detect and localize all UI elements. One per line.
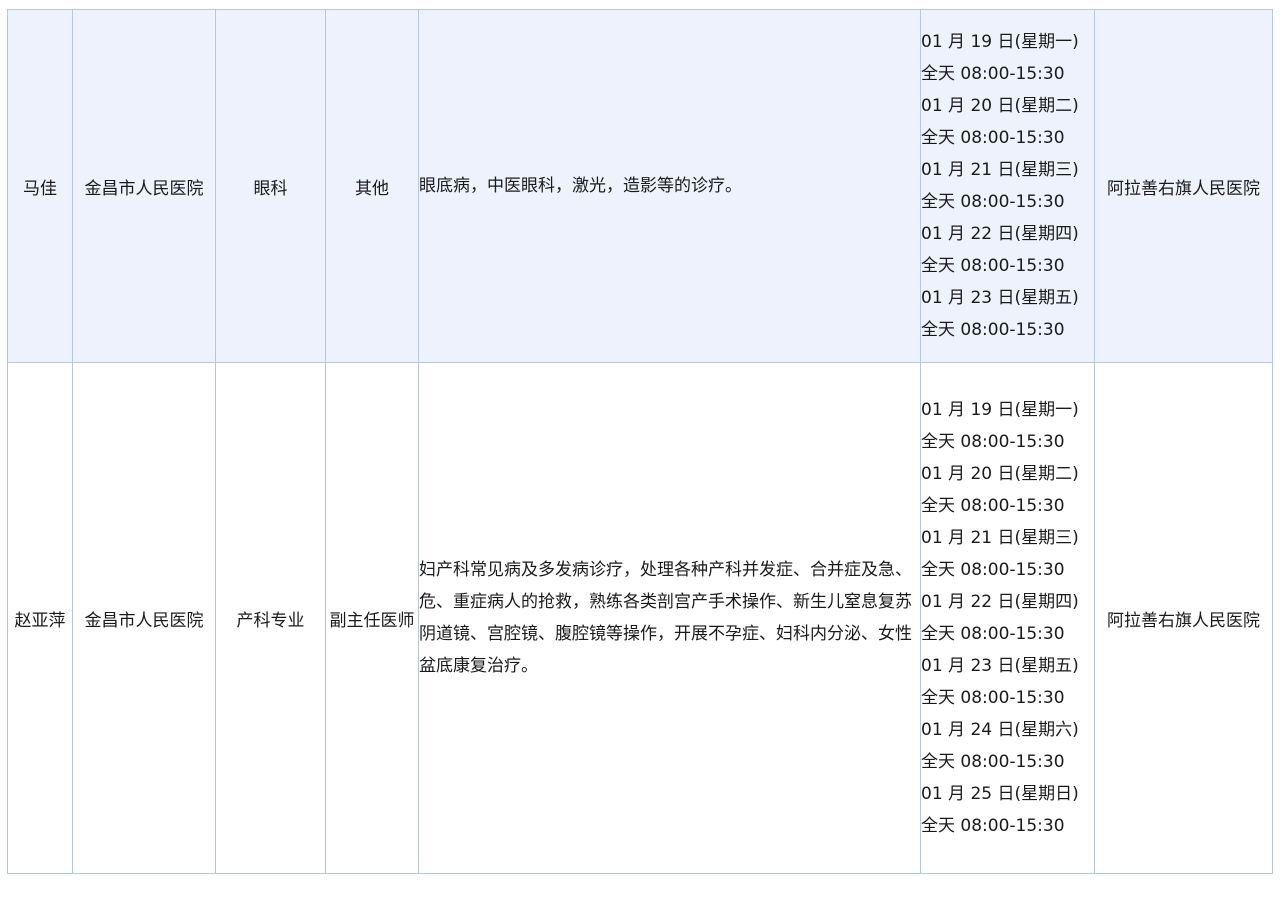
schedule-line: 01 月 25 日(星期日): [921, 784, 1079, 804]
doctor-name: 赵亚萍: [7, 362, 73, 874]
specialty-description: 眼底病，中医眼科，激光，造影等的诊疗。: [418, 9, 921, 363]
schedule-line: 全天 08:00-15:30: [921, 624, 1065, 644]
service-location: 阿拉善右旗人民医院: [1094, 362, 1273, 874]
schedule-line: 01 月 21 日(星期三): [921, 528, 1079, 548]
professional-title: 其他: [325, 9, 419, 363]
hospital-name: 金昌市人民医院: [72, 9, 216, 363]
schedule-line: 全天 08:00-15:30: [921, 816, 1065, 836]
schedule-line: 全天 08:00-15:30: [921, 560, 1065, 580]
hospital-name: 金昌市人民医院: [72, 362, 216, 874]
schedule-line: 01 月 22 日(星期四): [921, 224, 1079, 244]
schedule-line: 全天 08:00-15:30: [921, 688, 1065, 708]
department: 产科专业: [215, 362, 326, 874]
schedule-line: 01 月 23 日(星期五): [921, 288, 1079, 308]
doctor-schedule-table: 马佳 金昌市人民医院 眼科 其他 眼底病，中医眼科，激光，造影等的诊疗。 01 …: [7, 9, 1273, 874]
schedule-line: 01 月 23 日(星期五): [921, 656, 1079, 676]
schedule-line: 全天 08:00-15:30: [921, 432, 1065, 452]
schedule-line: 全天 08:00-15:30: [921, 320, 1065, 340]
schedule-cell: 01 月 19 日(星期一) 全天 08:00-15:30 01 月 20 日(…: [920, 9, 1095, 363]
schedule-line: 01 月 24 日(星期六): [921, 720, 1079, 740]
schedule-line: 全天 08:00-15:30: [921, 496, 1065, 516]
table-row: 马佳 金昌市人民医院 眼科 其他 眼底病，中医眼科，激光，造影等的诊疗。 01 …: [7, 9, 1273, 363]
specialty-description: 妇产科常见病及多发病诊疗，处理各种产科并发症、合并症及急、危、重症病人的抢救，熟…: [418, 362, 921, 874]
schedule-line: 全天 08:00-15:30: [921, 752, 1065, 772]
table-row: 赵亚萍 金昌市人民医院 产科专业 副主任医师 妇产科常见病及多发病诊疗，处理各种…: [7, 362, 1273, 874]
schedule-line: 01 月 22 日(星期四): [921, 592, 1079, 612]
doctor-name: 马佳: [7, 9, 73, 363]
schedule-line: 全天 08:00-15:30: [921, 64, 1065, 84]
schedule-line: 01 月 19 日(星期一): [921, 32, 1079, 52]
schedule-line: 全天 08:00-15:30: [921, 192, 1065, 212]
schedule-line: 01 月 20 日(星期二): [921, 96, 1079, 116]
schedule-line: 全天 08:00-15:30: [921, 128, 1065, 148]
schedule-line: 全天 08:00-15:30: [921, 256, 1065, 276]
schedule-cell: 01 月 19 日(星期一) 全天 08:00-15:30 01 月 20 日(…: [920, 362, 1095, 874]
department: 眼科: [215, 9, 326, 363]
professional-title: 副主任医师: [325, 362, 419, 874]
schedule-line: 01 月 21 日(星期三): [921, 160, 1079, 180]
schedule-line: 01 月 20 日(星期二): [921, 464, 1079, 484]
schedule-line: 01 月 19 日(星期一): [921, 400, 1079, 420]
service-location: 阿拉善右旗人民医院: [1094, 9, 1273, 363]
